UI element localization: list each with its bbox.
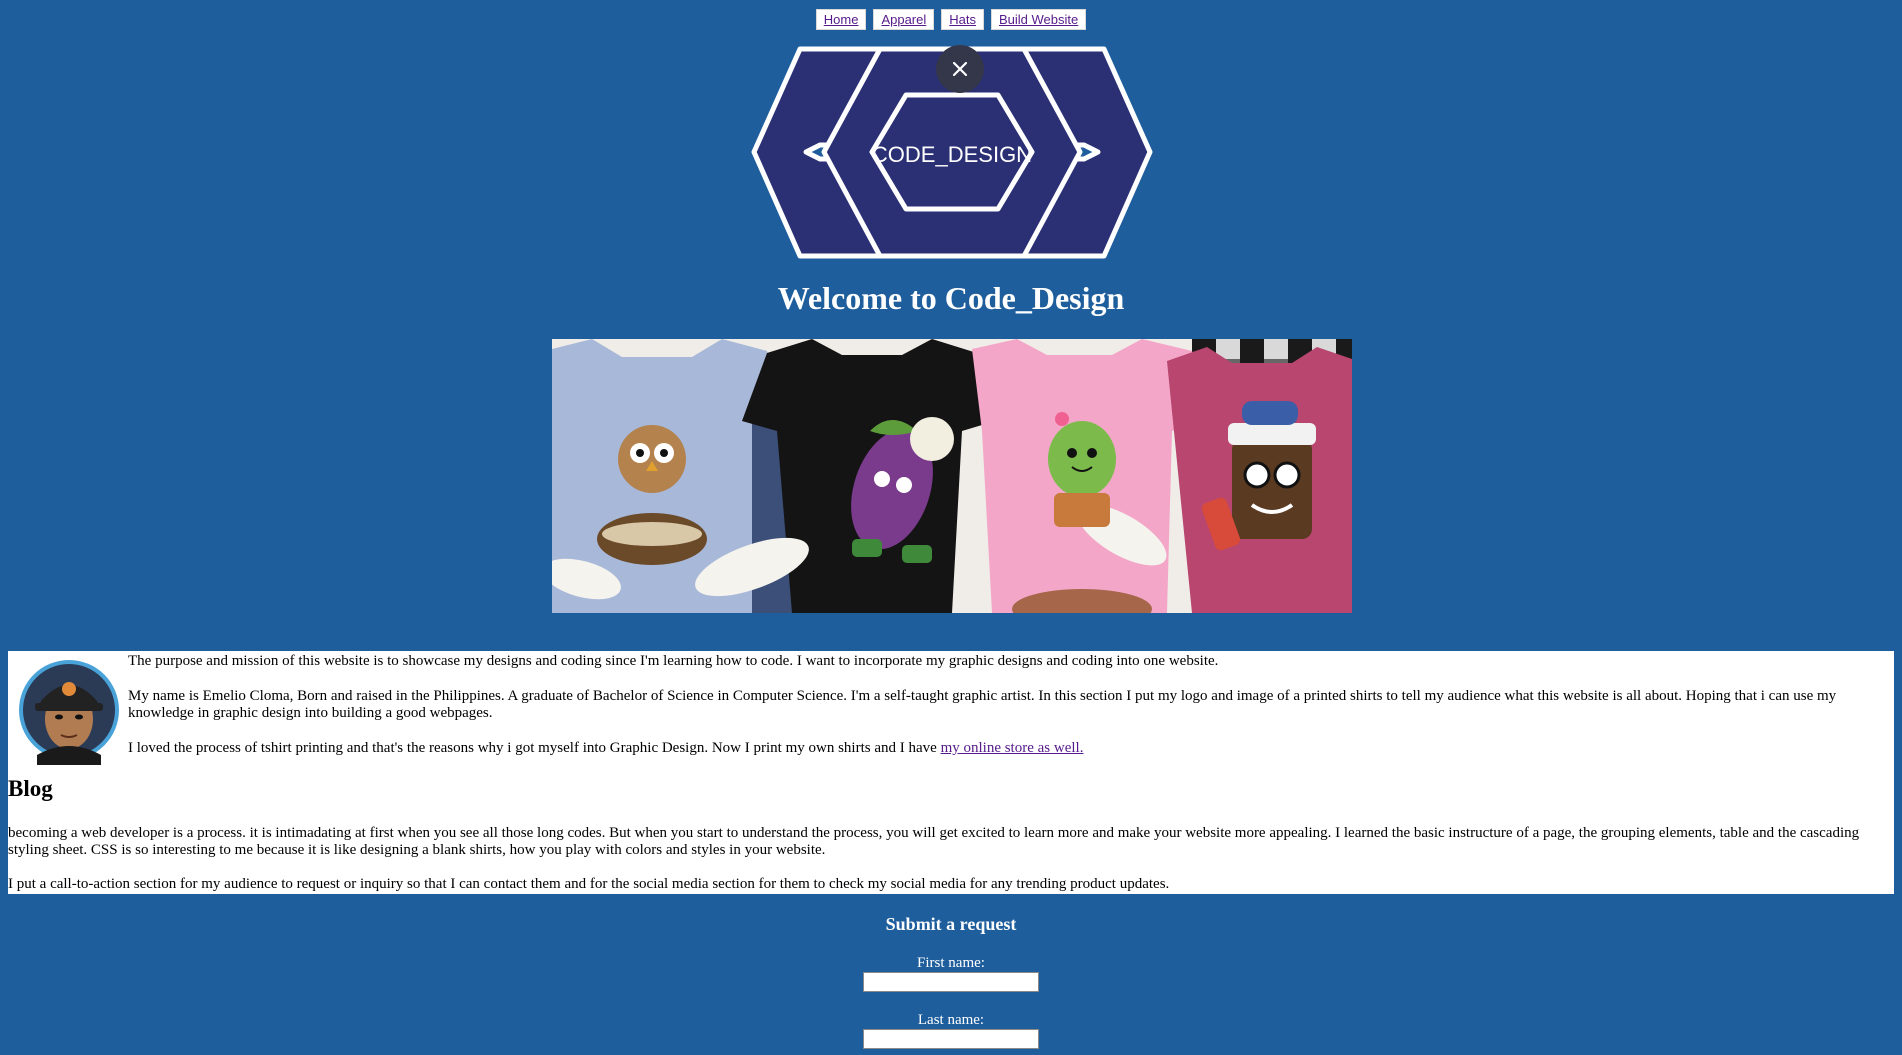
- about-section: The purpose and mission of this website …: [8, 651, 1894, 894]
- last-name-label: Last name:: [917, 1012, 985, 1028]
- nav-link-home[interactable]: Home: [815, 9, 867, 30]
- tshirts-illustration: [552, 339, 1352, 613]
- top-nav: Home Apparel Hats Build Website: [0, 9, 1902, 30]
- first-name-input[interactable]: [863, 972, 1039, 992]
- online-store-link[interactable]: my online store as well.: [941, 740, 1084, 756]
- request-form-title: Submit a request: [885, 914, 1017, 934]
- close-icon: [952, 61, 968, 77]
- first-name-label: First name:: [917, 955, 985, 971]
- welcome-heading: Welcome to Code_Design: [777, 280, 1125, 316]
- nav-link-hats[interactable]: Hats: [941, 9, 984, 30]
- blog-paragraph-2: I put a call-to-action section for my au…: [8, 876, 1170, 892]
- mission-paragraph: The purpose and mission of this website …: [128, 653, 1219, 669]
- logo-text: CODE_DESIGN: [872, 142, 1032, 167]
- printing-paragraph-text: I loved the process of tshirt printing a…: [128, 740, 941, 756]
- last-name-input[interactable]: [863, 1029, 1039, 1049]
- nav-link-build-website[interactable]: Build Website: [990, 9, 1087, 30]
- printing-paragraph: I loved the process of tshirt printing a…: [128, 740, 1890, 757]
- close-button[interactable]: [936, 45, 984, 93]
- bio-paragraph: My name is Emelio Cloma, Born and raised…: [128, 688, 1837, 721]
- blog-heading: Blog: [8, 776, 53, 801]
- nav-link-apparel[interactable]: Apparel: [873, 9, 935, 30]
- blog-paragraph-1: becoming a web developer is a process. i…: [8, 825, 1860, 858]
- hero-banner-image: [552, 339, 1352, 613]
- author-avatar: [19, 660, 119, 765]
